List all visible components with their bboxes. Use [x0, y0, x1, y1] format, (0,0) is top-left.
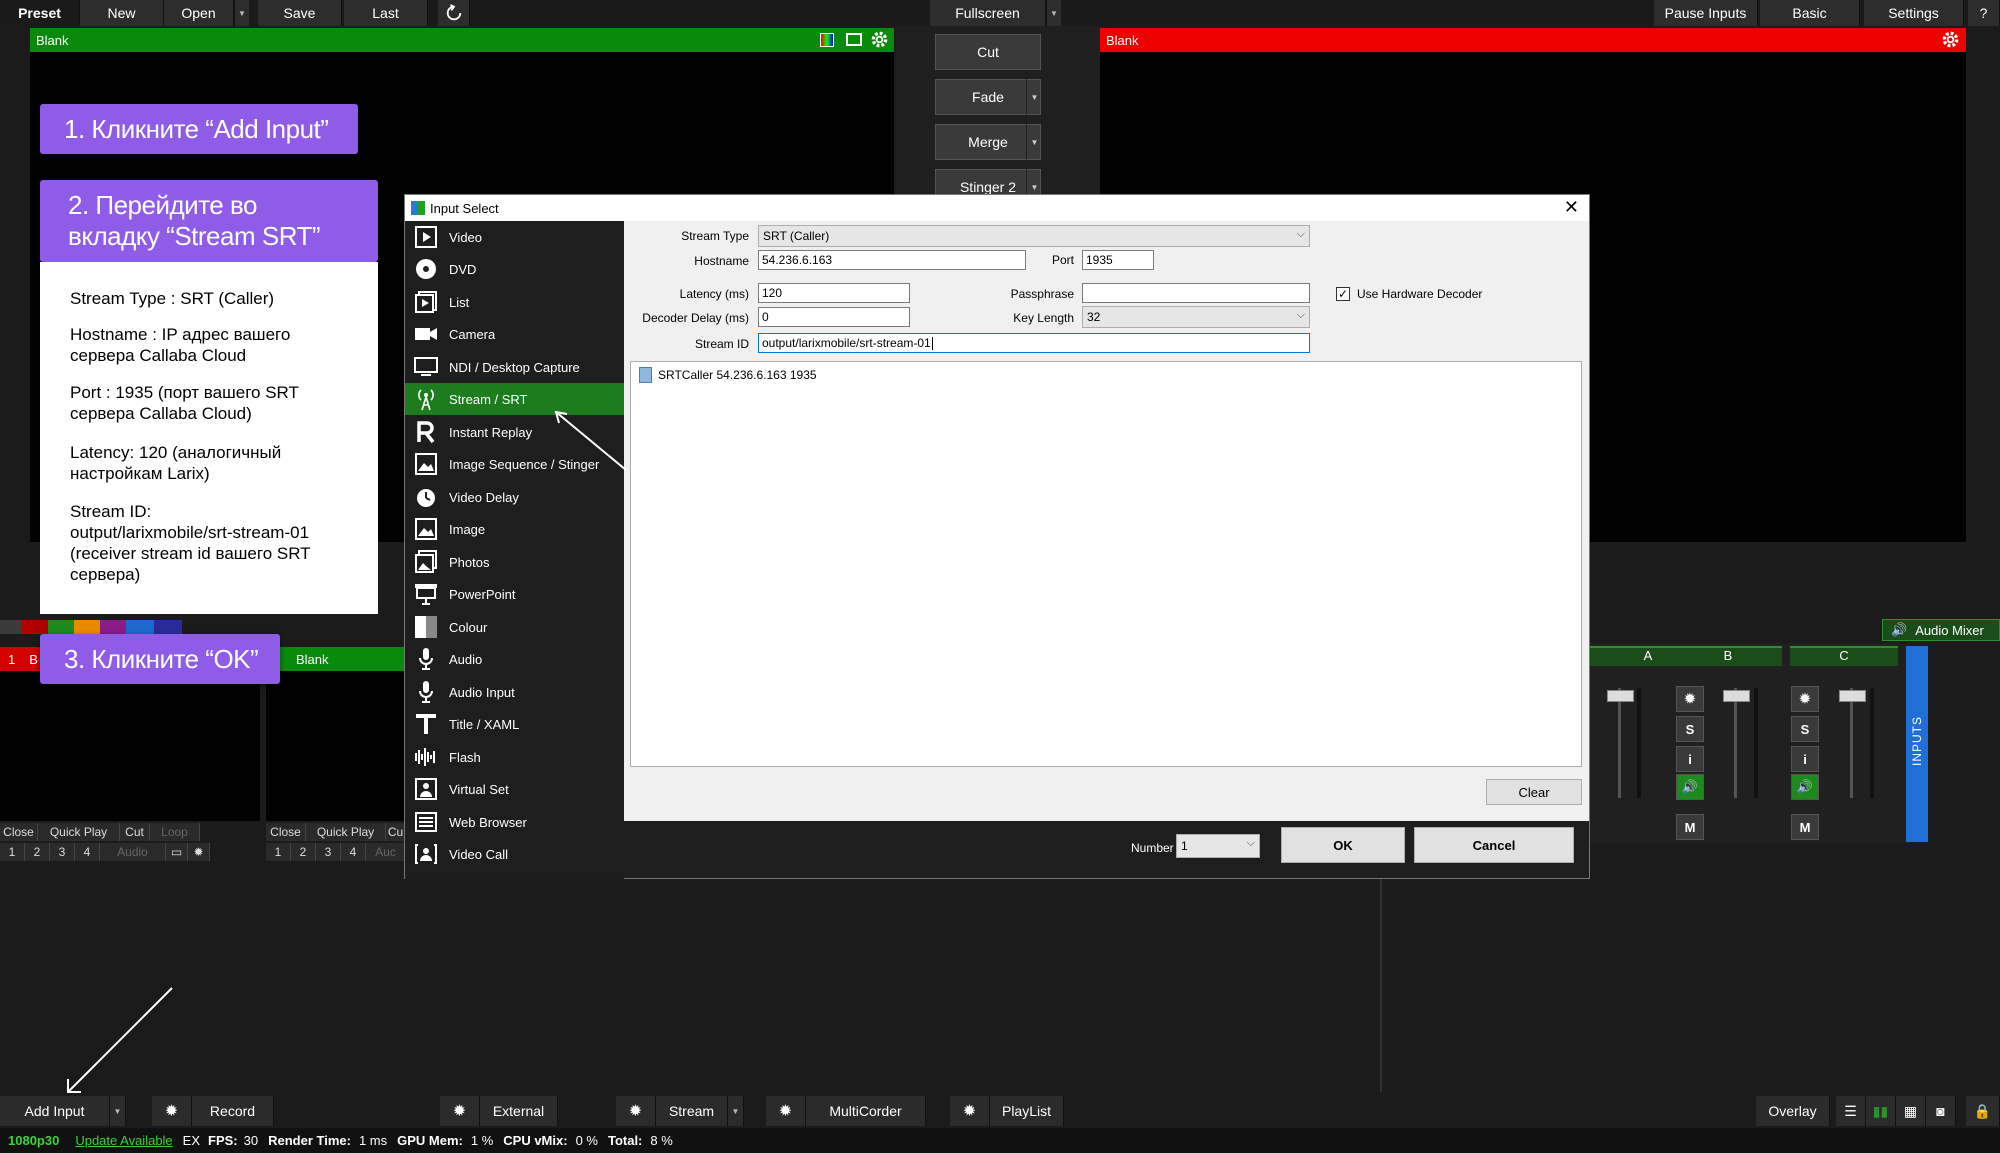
arrow-to-add-input [67, 987, 173, 1093]
annotation-arrows [67, 410, 627, 1093]
arrow-to-stream-srt [554, 410, 627, 471]
